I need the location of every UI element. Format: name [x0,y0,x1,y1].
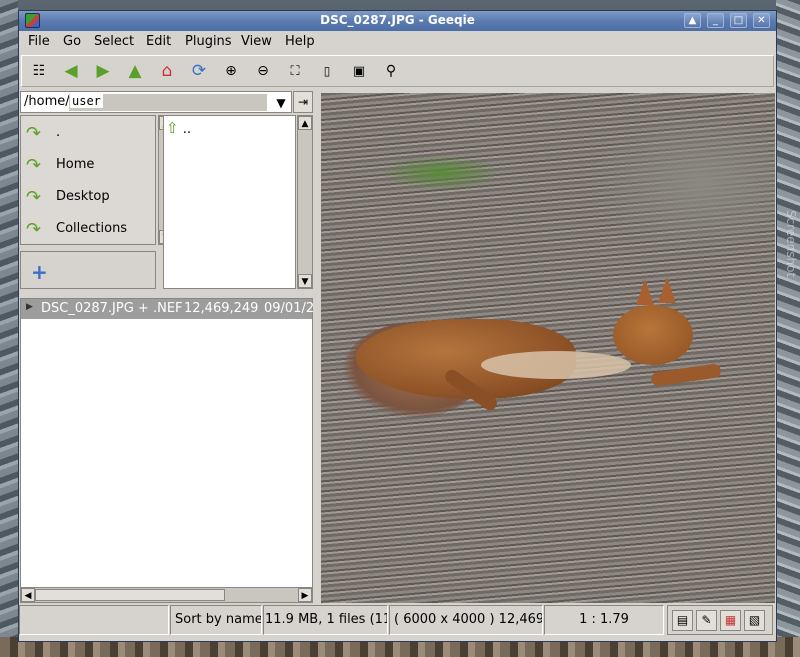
path-go-icon[interactable]: ⇥ [293,91,313,113]
photo-squirrel-belly [481,351,631,379]
path-combo-entry[interactable]: /home/ user ▼ [20,91,292,113]
status-progress [19,605,169,635]
file-list-hscrollbar[interactable]: ◀ ▶ [20,587,313,603]
bookmark-label: Collections [56,221,128,236]
write-metadata-icon[interactable]: ▧ [744,610,765,631]
zoom-original-icon[interactable]: ▯ [316,60,338,82]
path-dropdown-icon[interactable]: ▼ [269,92,293,114]
status-tools: ▤ ✎ ▦ ▧ [667,605,773,635]
bookmark-item-desktop[interactable]: ↷ Desktop [23,182,151,210]
menu-help[interactable]: Help [285,34,315,49]
file-date: 09/01/2 [264,301,315,316]
menu-bar: File Go Select Edit Plugins View Help [19,31,776,53]
toolbar: ☷ ◀ ▶ ▲ ⌂ ⟳ ⊕ ⊖ ⛶ ▯ ▣ ⚲ [21,55,774,87]
menu-edit[interactable]: Edit [146,34,171,49]
scroll-up-icon[interactable]: ▲ [298,116,312,130]
photo-squirrel-ear [636,279,654,305]
expander-icon[interactable]: ▶ [26,302,33,312]
scroll-thumb[interactable] [35,589,225,601]
bookmark-label: Home [56,157,95,172]
desktop-watermark: Screenshot [784,210,798,278]
float-window-icon[interactable]: ▣ [348,60,370,82]
bookmark-arrow-icon: ↷ [26,219,42,240]
back-arrow-icon[interactable]: ◀ [60,60,82,82]
add-bookmark-icon[interactable]: + [31,260,48,284]
image-viewer[interactable] [321,93,775,603]
status-image-info: ( 6000 x 4000 ) 12,469,2 [389,605,543,635]
path-prefix: /home/ [24,94,70,109]
bookmarks-panel: ↷ . ↷ Home ↷ Desktop ↷ Collections [20,115,156,245]
scroll-left-icon[interactable]: ◀ [21,588,35,602]
status-summary: 11.9 MB, 1 files (11 [263,605,388,635]
pin-icon[interactable]: ⚲ [380,60,402,82]
file-name: DSC_0287.JPG + .NEF [41,301,183,316]
path-selection: user [69,94,267,111]
bookmark-add-area: + [20,251,156,289]
file-size: 12,469,249 [184,301,259,316]
info-sidebar-icon[interactable]: ▤ [672,610,693,631]
desktop-background-left [0,0,18,657]
photo-squirrel-ear [658,277,676,303]
menu-go[interactable]: Go [63,34,81,49]
scroll-down-icon[interactable]: ▼ [298,274,312,288]
menu-view[interactable]: View [241,34,272,49]
photo-squirrel-leg [650,363,722,387]
bookmark-item-collections[interactable]: ↷ Collections [23,214,151,242]
menu-select[interactable]: Select [94,34,134,49]
zoom-in-icon[interactable]: ⊕ [220,60,242,82]
close-button[interactable]: ✕ [753,13,770,28]
file-list: ▶ DSC_0287.JPG + .NEF 12,469,249 09/01/2 [20,298,315,596]
up-arrow-icon[interactable]: ▲ [124,60,146,82]
bookmark-arrow-icon: ↷ [26,123,42,144]
shade-button[interactable]: ▲ [684,13,701,28]
bookmark-arrow-icon: ↷ [26,187,42,208]
zoom-fit-icon[interactable]: ⛶ [284,60,306,82]
maximize-button[interactable]: □ [730,13,747,28]
bookmark-arrow-icon: ↷ [26,155,42,176]
title-bar[interactable]: DSC_0287.JPG - Geeqie ▲ _ □ ✕ [19,11,776,31]
folder-row-parent[interactable]: ⇧ .. [166,119,191,137]
zoom-out-icon[interactable]: ⊖ [252,60,274,82]
bookmark-item-home[interactable]: ↷ Home [23,150,151,178]
home-icon[interactable]: ⌂ [156,60,178,82]
folder-name: .. [182,122,191,137]
thumbnails-toggle-icon[interactable]: ☷ [28,60,50,82]
geeqie-window: DSC_0287.JPG - Geeqie ▲ _ □ ✕ File Go Se… [18,10,777,642]
color-picker-icon[interactable]: ✎ [696,610,717,631]
menu-file[interactable]: File [28,34,50,49]
refresh-icon[interactable]: ⟳ [188,60,210,82]
folder-scrollbar[interactable]: ▲ ▼ [297,115,313,289]
left-pane: /home/ user ▼ ⇥ ↷ . ↷ Home ↷ Desktop ↷ C… [19,91,317,603]
path-selected-text: user [70,94,103,108]
sort-button[interactable]: Sort by name [170,605,262,635]
folder-up-icon: ⇧ [166,119,179,137]
forward-arrow-icon[interactable]: ▶ [92,60,114,82]
menu-plugins[interactable]: Plugins [185,34,232,49]
scroll-right-icon[interactable]: ▶ [298,588,312,602]
bookmark-label: . [56,125,61,140]
folder-list: ⇧ .. [163,115,296,289]
status-zoom: 1 : 1.79 [544,605,664,635]
file-row[interactable]: ▶ DSC_0287.JPG + .NEF 12,469,249 09/01/2 [21,299,315,319]
bookmark-label: Desktop [56,189,110,204]
status-bar: Sort by name 11.9 MB, 1 files (11 ( 6000… [19,605,776,641]
bookmark-item-dot[interactable]: ↷ . [23,118,151,146]
color-profile-icon[interactable]: ▦ [720,610,741,631]
minimize-button[interactable]: _ [707,13,724,28]
window-title: DSC_0287.JPG - Geeqie [320,13,475,27]
photo-squirrel-head [613,305,693,365]
